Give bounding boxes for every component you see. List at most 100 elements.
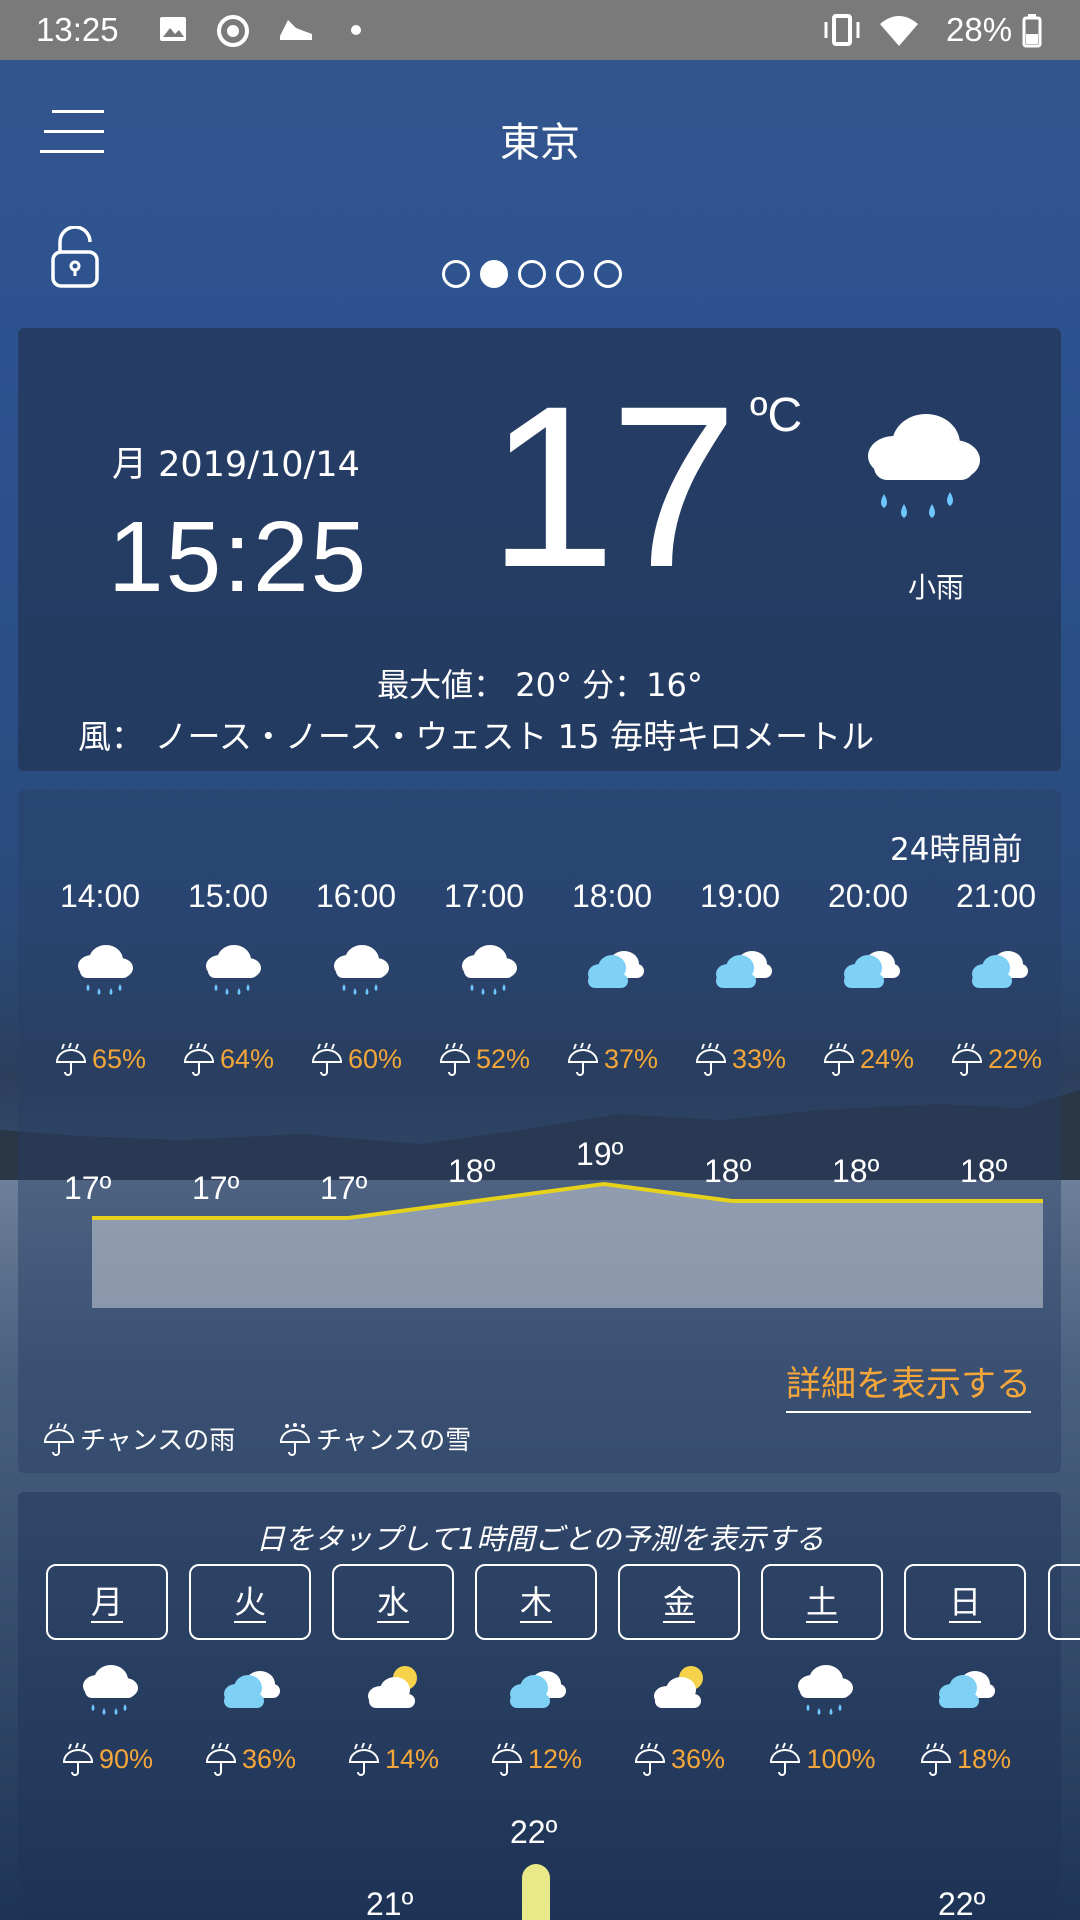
page-dot[interactable] — [594, 260, 622, 288]
day-label: 木 — [519, 1583, 552, 1623]
day-button[interactable]: 土 — [761, 1564, 883, 1640]
wifi-icon — [880, 16, 918, 46]
precip-value: 52% — [475, 1043, 531, 1074]
hour-temperature: 18º — [832, 1153, 880, 1189]
rain-cloud-icon — [83, 1665, 138, 1715]
hourly-temperature-chart — [92, 1181, 1043, 1308]
hour-temperature: 19º — [576, 1136, 624, 1172]
precip-value: 100% — [806, 1743, 876, 1774]
hour-time: 16:00 — [315, 878, 397, 914]
day-button[interactable]: 金 — [618, 1564, 740, 1640]
hour-precip: 64% — [164, 1042, 292, 1076]
day-precip: 18% — [900, 1742, 1030, 1776]
show-details-link[interactable]: 詳細を表示する — [786, 1356, 1032, 1413]
hour-temperature: 18º — [960, 1153, 1008, 1189]
daily-temp-bar — [522, 1864, 550, 1920]
partly-sunny-icon — [654, 1666, 703, 1708]
status-bar: 13:25 28% — [0, 0, 1080, 60]
umbrella-rain-icon — [62, 1742, 93, 1776]
day-label: 火 — [233, 1583, 266, 1623]
precip-value: 14% — [384, 1743, 440, 1774]
precip-value: 33% — [731, 1043, 787, 1074]
precip-value: 65% — [91, 1043, 147, 1074]
precip-value: 22% — [987, 1043, 1043, 1074]
cloudy-icon — [972, 951, 1028, 988]
day-precip: 12% — [471, 1742, 601, 1776]
page-dot[interactable] — [442, 260, 470, 288]
precip-value: 90% — [98, 1743, 154, 1774]
umbrella-rain-icon — [55, 1042, 86, 1076]
umbrella-rain-icon — [951, 1042, 982, 1076]
cloudy-icon — [510, 1671, 566, 1708]
umbrella-rain-icon — [205, 1742, 236, 1776]
hour-time: 15:00 — [187, 878, 269, 914]
day-button-partial[interactable] — [1048, 1564, 1080, 1640]
hour-temperature: 17º — [320, 1170, 368, 1206]
unlock-icon[interactable] — [50, 226, 100, 288]
umbrella-rain-icon — [567, 1042, 598, 1076]
cloudy-icon — [224, 1671, 280, 1708]
battery-percent: 28% — [946, 11, 1013, 48]
cloudy-icon — [844, 951, 900, 988]
day-label: 水 — [376, 1583, 409, 1623]
umbrella-rain-icon — [439, 1042, 470, 1076]
day-button[interactable]: 水 — [332, 1564, 454, 1640]
hour-precip: 37% — [548, 1042, 676, 1076]
tap-hint: 日をタップして1時間ごとの予測を表示する — [255, 1522, 825, 1556]
temperature-unit: ºC — [750, 389, 803, 442]
day-precip: 100% — [757, 1742, 887, 1776]
condition-label: 小雨 — [908, 571, 965, 604]
current-date: 月 2019/10/14 — [112, 445, 360, 485]
24h-ago-label[interactable]: 24時間前 — [890, 824, 1022, 869]
wind-info: 風： ノース・ノース・ウェスト 15 毎時キロメートル — [78, 717, 875, 756]
vibrate-icon — [824, 14, 860, 46]
rain-cloud-icon — [798, 1665, 853, 1715]
hour-temperature: 17º — [192, 1170, 240, 1206]
rain-cloud-icon — [868, 414, 980, 518]
page-indicator — [442, 260, 622, 288]
page-dot[interactable] — [556, 260, 584, 288]
legend-rain: チャンスの雨 — [42, 1420, 235, 1457]
legend-snow-label: チャンスの雪 — [316, 1426, 472, 1456]
legend-rain-label: チャンスの雨 — [80, 1426, 236, 1456]
precip-value: 24% — [859, 1043, 915, 1074]
status-time: 13:25 — [36, 11, 119, 48]
hour-time: 17:00 — [443, 878, 525, 914]
umbrella-rain-icon — [634, 1742, 665, 1776]
hour-precip: 24% — [804, 1042, 932, 1076]
day-label: 金 — [662, 1583, 695, 1623]
page-dot[interactable] — [518, 260, 546, 288]
hour-temperature: 17º — [64, 1170, 112, 1206]
day-button[interactable]: 木 — [475, 1564, 597, 1640]
page-dot-active[interactable] — [480, 260, 508, 288]
precip-value: 64% — [219, 1043, 275, 1074]
day-precip: 36% — [185, 1742, 315, 1776]
battery-icon — [1022, 14, 1042, 48]
umbrella-rain-icon — [920, 1742, 951, 1776]
hour-time: 19:00 — [699, 878, 781, 914]
daily-temp-2: 22º — [510, 1814, 558, 1850]
day-button[interactable]: 日 — [904, 1564, 1026, 1640]
umbrella-rain-icon — [348, 1742, 379, 1776]
umbrella-rain-icon — [770, 1742, 801, 1776]
umbrella-rain-icon — [43, 1422, 75, 1456]
image-icon — [160, 17, 186, 41]
day-label: 日 — [948, 1583, 981, 1623]
current-clock: 15:25 — [108, 501, 369, 613]
rain-cloud-icon — [206, 945, 261, 995]
rain-cloud-icon — [78, 945, 133, 995]
day-button[interactable]: 月 — [46, 1564, 168, 1640]
hour-precip: 52% — [420, 1042, 548, 1076]
cloudy-icon — [716, 951, 772, 988]
legend-snow: チャンスの雪 — [278, 1420, 471, 1457]
cloudy-icon — [939, 1671, 995, 1708]
current-temperature: 17 — [488, 358, 738, 615]
umbrella-rain-icon — [311, 1042, 342, 1076]
precip-value: 36% — [241, 1743, 297, 1774]
precip-value: 36% — [670, 1743, 726, 1774]
precip-value: 60% — [347, 1043, 403, 1074]
precip-value: 18% — [956, 1743, 1012, 1774]
day-button[interactable]: 火 — [189, 1564, 311, 1640]
aperture-icon — [217, 15, 249, 47]
daily-temp-1: 21º — [366, 1886, 414, 1920]
